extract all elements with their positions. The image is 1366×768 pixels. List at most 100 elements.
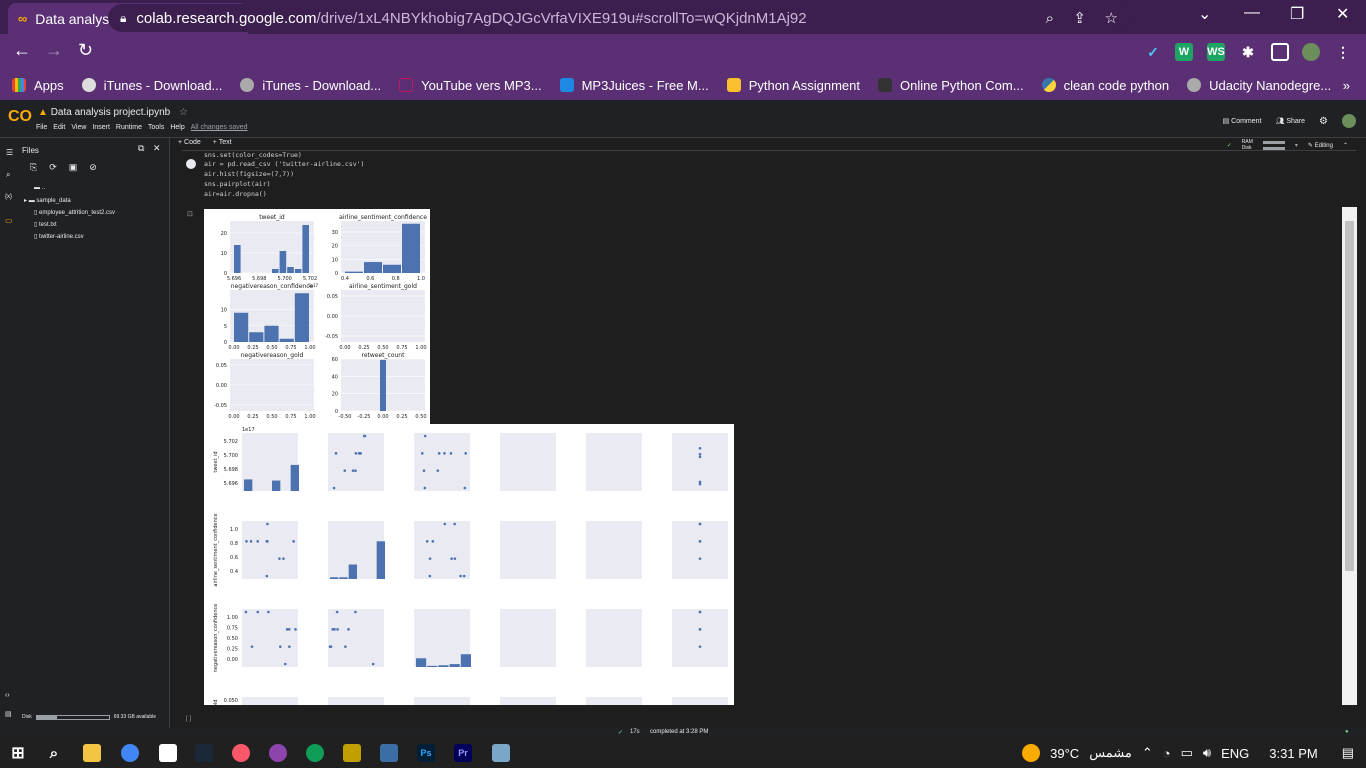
comment-button[interactable]: ▤ Comment [1223, 117, 1262, 125]
hide-files-icon[interactable]: ⊘ [89, 162, 97, 173]
bookmark-itunes-1[interactable]: iTunes - Download... [81, 78, 222, 93]
tab-search-icon[interactable]: ⌄ [1198, 4, 1211, 24]
bookmark-online-python[interactable]: Online Python Com... [878, 78, 1024, 93]
bookmark-udacity[interactable]: Udacity Nanodegre... [1187, 78, 1331, 93]
open-in-tab-icon[interactable]: ⧉ [138, 143, 144, 154]
tray-chevron-icon[interactable]: ⌃ [1142, 745, 1153, 761]
volume-icon[interactable]: 🔊︎ [1203, 745, 1211, 761]
files-folder-icon[interactable]: ▭ [5, 216, 13, 225]
search-icon[interactable]: ⌕ [6, 170, 10, 180]
output-actions-icon[interactable]: ⊡ [187, 210, 193, 218]
code-snippets-icon[interactable]: ‹› [5, 692, 10, 699]
language-indicator[interactable]: ENG [1221, 746, 1249, 761]
pairplot-point [347, 628, 350, 631]
premiere-icon[interactable]: Pr [454, 744, 472, 762]
mount-drive-icon[interactable]: ▣ [69, 162, 78, 173]
more-bookmarks-icon[interactable]: » [1343, 78, 1350, 93]
media-player-icon[interactable] [269, 744, 287, 762]
collapse-icon[interactable]: ⌃ [1343, 142, 1348, 149]
notifications-icon[interactable]: ▤ [1342, 745, 1354, 761]
wifi-icon[interactable]: ◔ [1163, 746, 1171, 761]
menu-runtime[interactable]: Runtime [116, 124, 142, 131]
upload-file-icon[interactable]: ⎘ [30, 162, 37, 173]
restore-icon[interactable]: ❐ [1290, 4, 1304, 24]
chrome-taskbar-icon[interactable] [121, 744, 139, 762]
tree-parent-dir[interactable]: ▬ .. [34, 185, 45, 191]
notebook-name[interactable]: Data analysis project.ipynb [51, 107, 171, 118]
menu-help[interactable]: Help [170, 124, 184, 131]
windows-start-icon[interactable]: ⊞ [9, 744, 27, 762]
refresh-folder-icon[interactable]: ⟳ [49, 162, 57, 173]
code-cell[interactable]: sns.set(color_codes=True) air = pd.read_… [182, 150, 1356, 202]
menu-edit[interactable]: Edit [53, 124, 65, 131]
notepad-icon[interactable] [159, 744, 177, 762]
minimize-icon[interactable]: — [1244, 4, 1260, 22]
notes-app-icon[interactable] [492, 744, 510, 762]
extensions-puzzle-icon[interactable]: ✱ [1239, 43, 1257, 61]
forward-icon[interactable]: → [45, 40, 63, 61]
runtime-dropdown-icon[interactable]: ▾ [1295, 142, 1298, 149]
steam-icon[interactable] [195, 744, 213, 762]
clock[interactable]: 3:31 PM [1269, 746, 1317, 761]
weather-temp[interactable]: 39°C [1050, 746, 1079, 761]
hist-bar [380, 359, 386, 411]
side-panel-icon[interactable] [1271, 43, 1289, 61]
editing-button[interactable]: ✎ Editing [1308, 142, 1333, 149]
tree-file-test[interactable]: ▯ test.txt [34, 221, 57, 228]
file-explorer-icon[interactable] [83, 744, 101, 762]
tree-file-employee[interactable]: ▯ employee_attrition_test2.csv [34, 209, 115, 216]
run-cell-button[interactable] [186, 159, 196, 169]
reload-icon[interactable]: ↻ [78, 40, 93, 61]
menu-view[interactable]: View [71, 124, 86, 131]
add-text-button[interactable]: + Text [213, 139, 232, 146]
settings-app-icon[interactable] [380, 744, 398, 762]
close-window-icon[interactable]: ✕ [1336, 4, 1349, 24]
terminal-icon[interactable]: ▤ [5, 710, 12, 718]
w-extension-icon[interactable]: W [1175, 43, 1193, 61]
toc-icon[interactable]: ☰ [6, 148, 13, 157]
saved-status[interactable]: All changes saved [191, 124, 248, 131]
weather-text[interactable]: مشمس [1089, 745, 1132, 761]
taskbar-search-icon[interactable]: ⌕ [45, 744, 63, 762]
share-button[interactable]: 👥︎ Share [1276, 117, 1306, 125]
profile-avatar[interactable] [1302, 43, 1320, 61]
ws-extension-icon[interactable]: WS [1207, 43, 1225, 61]
bookmark-apps[interactable]: Apps [12, 78, 64, 93]
bookmark-itunes-2[interactable]: iTunes - Download... [240, 78, 381, 93]
variables-icon[interactable]: {x} [5, 194, 12, 200]
app-icon[interactable] [343, 744, 361, 762]
tree-sample-data[interactable]: ▸ ▬ sample_data [24, 197, 71, 204]
colab-header [0, 100, 1366, 138]
tree-file-twitter[interactable]: ▯ twitter-airline.csv [34, 233, 84, 240]
empty-cell-bracket[interactable]: [ ] [186, 716, 191, 722]
user-avatar[interactable] [1342, 114, 1356, 128]
output-scrollbar[interactable] [1342, 207, 1357, 705]
battery-icon[interactable]: ▭ [1181, 745, 1193, 761]
check-extension-icon[interactable]: ✓ [1144, 43, 1162, 61]
share-page-icon[interactable]: ⇪ [1073, 9, 1086, 27]
menu-tools[interactable]: Tools [148, 124, 164, 131]
chrome-menu-icon[interactable]: ⋮ [1334, 43, 1352, 61]
back-icon[interactable]: ← [13, 40, 31, 61]
bookmark-star-icon[interactable]: ☆ [1105, 9, 1118, 27]
pairplot-ytick: 0.4 [230, 569, 238, 575]
bookmark-python-assignment[interactable]: Python Assignment [726, 78, 860, 93]
pairplot-hist-bar [460, 654, 471, 667]
colab-logo[interactable]: CO [8, 108, 32, 126]
add-code-button[interactable]: + Code [178, 139, 201, 146]
bookmark-clean-code[interactable]: clean code python [1041, 78, 1169, 93]
bookmark-mp3juices[interactable]: MP3Juices - Free M... [559, 78, 709, 93]
edge-icon[interactable] [306, 744, 324, 762]
pairplot-ytick: 5.696 [224, 481, 238, 487]
bookmark-youtube-mp3[interactable]: YouTube vers MP3... [399, 78, 542, 93]
address-bar[interactable]: 🔒︎ colab.research.google.com/drive/1xL4N… [108, 4, 1130, 32]
settings-gear-icon[interactable]: ⚙ [1319, 116, 1328, 127]
menu-insert[interactable]: Insert [92, 124, 110, 131]
menu-file[interactable]: File [36, 124, 47, 131]
close-panel-icon[interactable]: ✕ [153, 143, 161, 154]
zoom-icon[interactable]: ⌕ [1046, 10, 1054, 27]
itunes-icon[interactable] [232, 744, 250, 762]
python-icon [1041, 78, 1056, 92]
photoshop-icon[interactable]: Ps [417, 744, 435, 762]
star-icon[interactable]: ☆ [179, 107, 188, 118]
